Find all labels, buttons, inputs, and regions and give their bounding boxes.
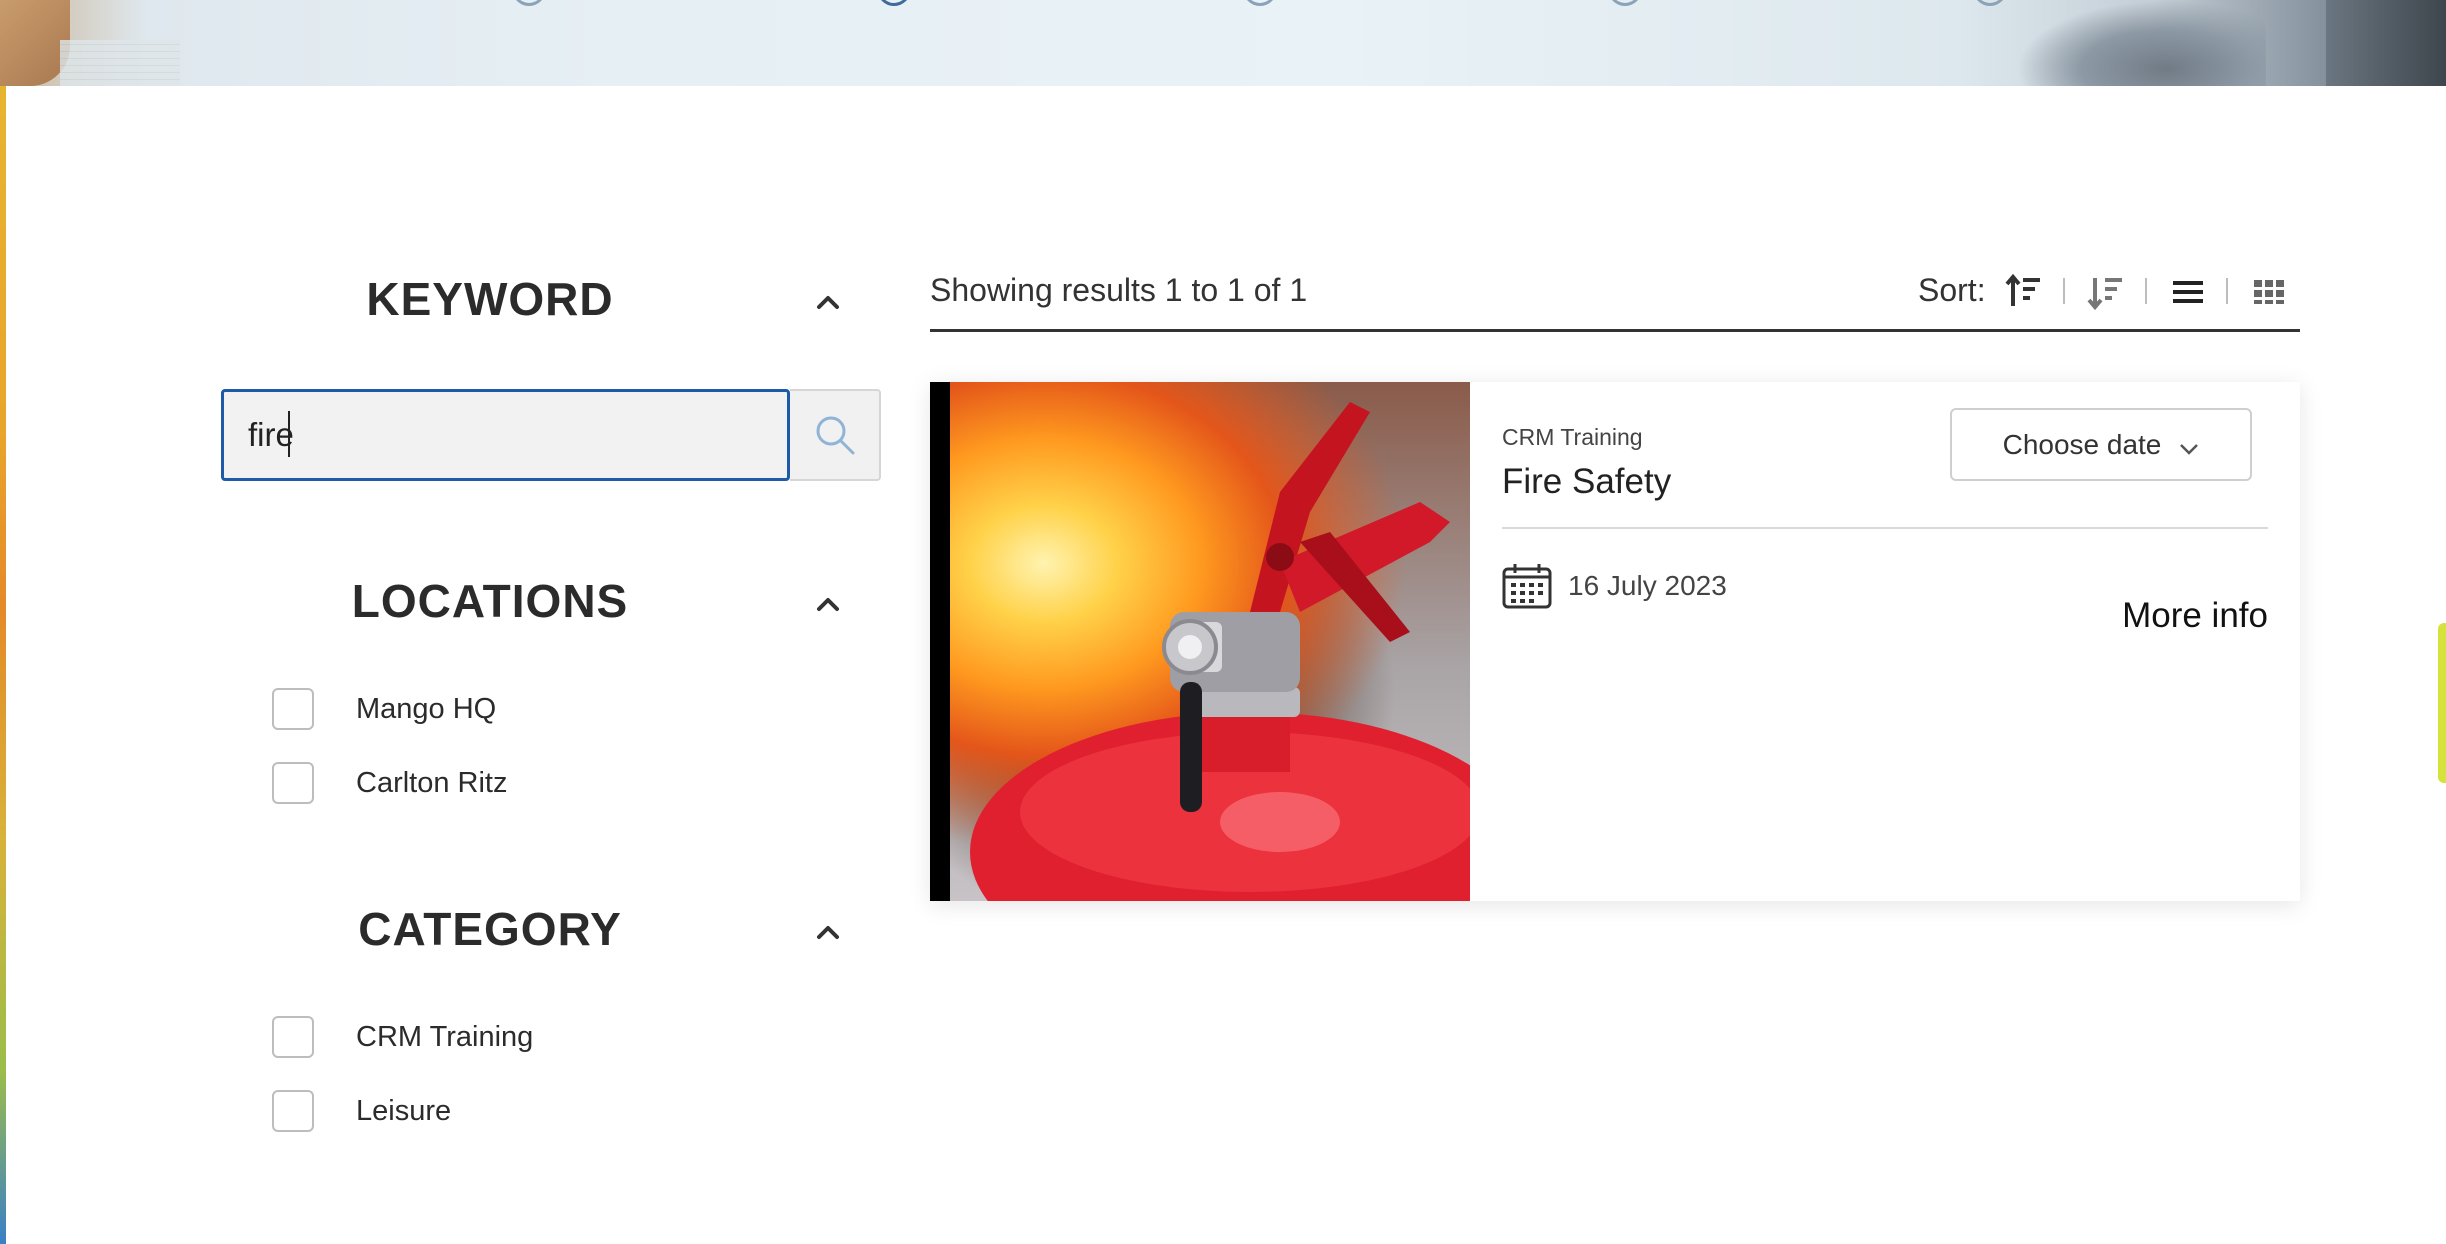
category-option[interactable]: CRM Training xyxy=(272,1016,533,1058)
course-title[interactable]: Fire Safety xyxy=(1502,462,1671,502)
side-feedback-tab[interactable] xyxy=(2438,623,2446,783)
category-option[interactable]: Leisure xyxy=(272,1090,451,1132)
hero-image-paper xyxy=(60,40,180,86)
chevron-up-icon[interactable] xyxy=(814,590,842,618)
chevron-down-icon xyxy=(2180,443,2199,455)
sort-separator xyxy=(2063,278,2065,304)
search-icon xyxy=(816,416,854,455)
fire-extinguisher-illustration xyxy=(970,402,1470,901)
category-checkbox[interactable] xyxy=(272,1016,314,1058)
sort-ascending-icon[interactable] xyxy=(2002,270,2046,314)
fire-extinguisher-photo xyxy=(950,382,1470,901)
results-summary: Showing results 1 to 1 of 1 xyxy=(930,272,1308,308)
sort-separator xyxy=(2226,278,2228,304)
step-indicator xyxy=(1608,0,1642,6)
calendar-icon xyxy=(1502,564,1552,609)
choose-date-label: Choose date xyxy=(2002,428,2162,460)
location-checkbox[interactable] xyxy=(272,688,314,730)
hero-banner xyxy=(0,0,2446,86)
grid-view-icon[interactable] xyxy=(2247,270,2291,314)
left-edge-accent xyxy=(0,86,6,1244)
text-caret xyxy=(288,411,290,457)
location-option[interactable]: Mango HQ xyxy=(272,688,496,730)
locations-heading: LOCATIONS xyxy=(351,575,629,627)
course-card: CRM Training Fire Safety Choose date 16 … xyxy=(930,382,2300,901)
category-label: CRM Training xyxy=(356,1020,534,1053)
step-indicator xyxy=(1973,0,2007,6)
step-indicator xyxy=(512,0,546,6)
more-info-link[interactable]: More info xyxy=(2030,596,2268,636)
hero-image-shadow xyxy=(2326,0,2446,86)
hero-image-person xyxy=(2016,0,2266,86)
keyword-input[interactable] xyxy=(221,389,790,481)
category-label: Leisure xyxy=(356,1094,452,1127)
keyword-search xyxy=(221,389,881,481)
course-image[interactable] xyxy=(930,382,1470,901)
course-date: 16 July 2023 xyxy=(1568,570,1727,601)
location-label: Carlton Ritz xyxy=(356,766,508,799)
sort-label: Sort: xyxy=(1918,272,1986,308)
list-view-icon[interactable] xyxy=(2166,270,2210,314)
search-button[interactable] xyxy=(790,389,881,481)
chevron-up-icon[interactable] xyxy=(814,288,842,316)
category-checkbox[interactable] xyxy=(272,1090,314,1132)
sort-separator xyxy=(2145,278,2147,304)
choose-date-dropdown[interactable]: Choose date xyxy=(1950,408,2252,481)
keyword-heading: KEYWORD xyxy=(366,273,614,325)
card-divider xyxy=(1502,527,2268,529)
location-label: Mango HQ xyxy=(356,692,497,725)
location-option[interactable]: Carlton Ritz xyxy=(272,762,508,804)
category-heading: CATEGORY xyxy=(358,903,622,955)
chevron-up-icon[interactable] xyxy=(814,918,842,946)
step-indicator xyxy=(1243,0,1277,6)
course-category: CRM Training xyxy=(1502,424,1643,450)
results-toolbar: Showing results 1 to 1 of 1 Sort: xyxy=(930,262,2300,332)
location-checkbox[interactable] xyxy=(272,762,314,804)
step-indicator-active xyxy=(877,0,911,6)
sort-descending-icon[interactable] xyxy=(2084,270,2128,314)
